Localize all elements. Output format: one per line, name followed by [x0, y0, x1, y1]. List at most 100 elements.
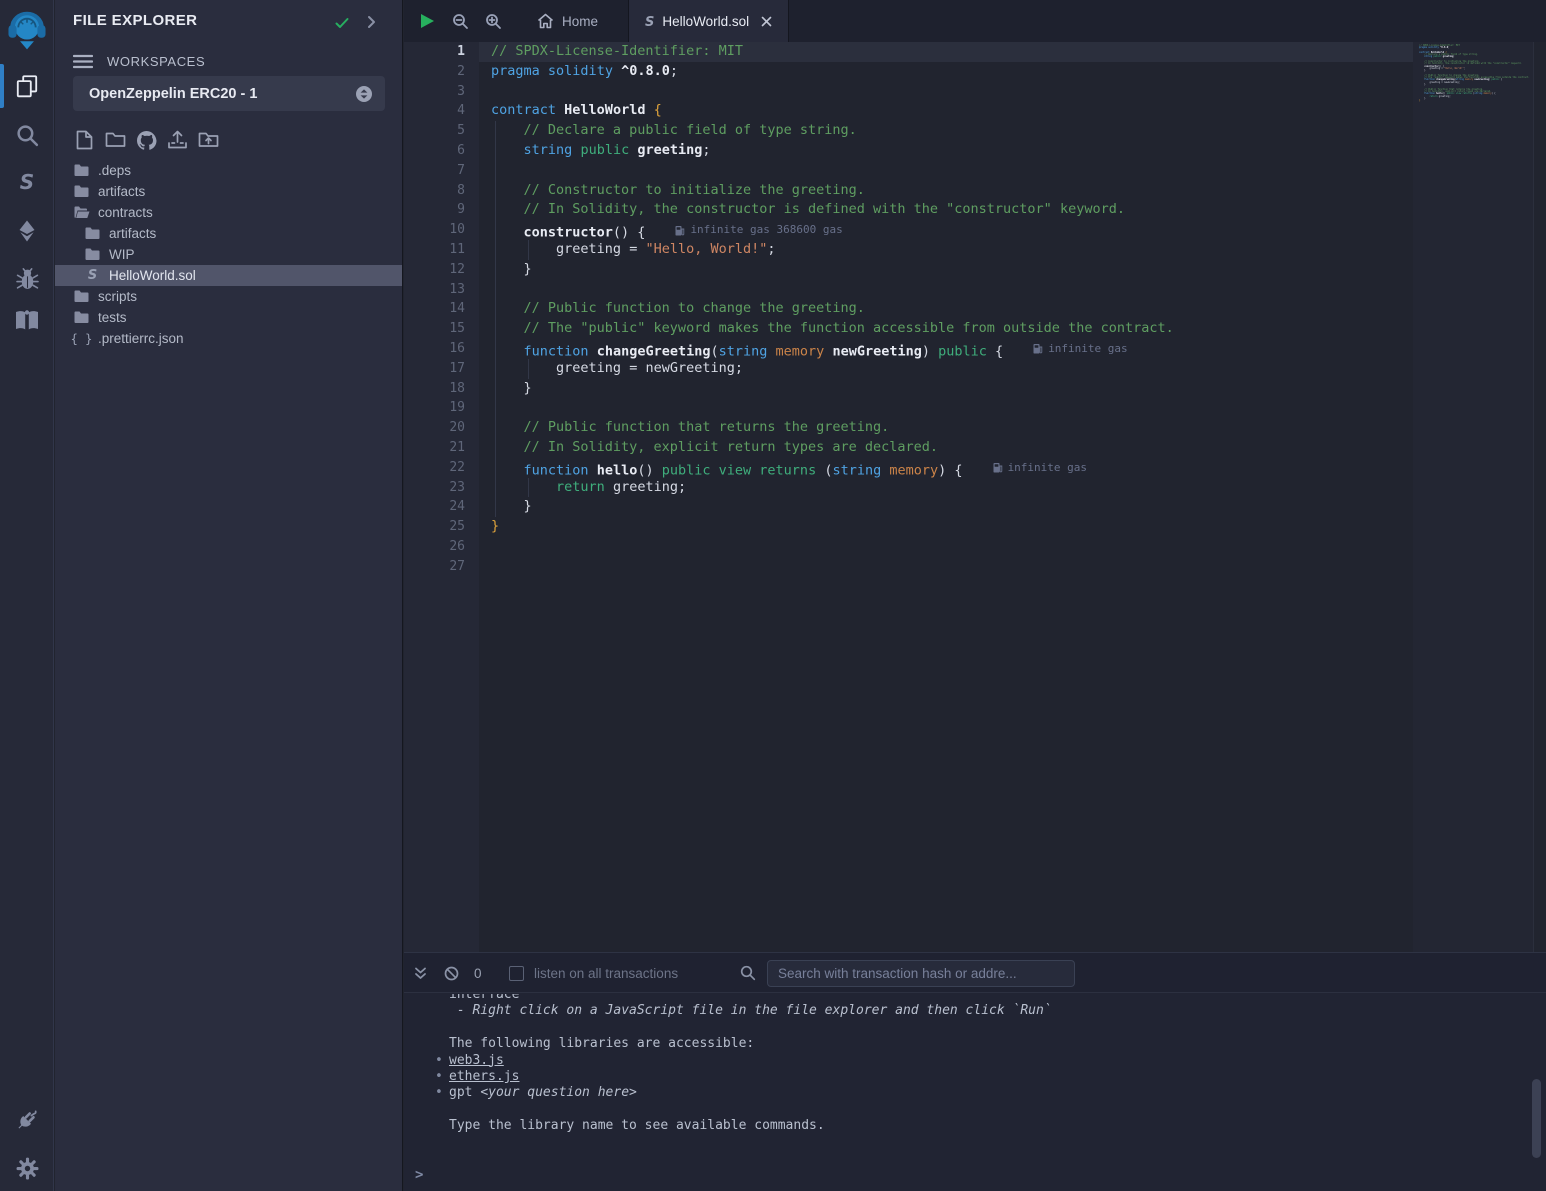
- code-line-15[interactable]: // The "public" keyword makes the functi…: [479, 319, 1413, 339]
- tree-item-label: HelloWorld.sol: [109, 268, 196, 283]
- settings-icon[interactable]: [0, 1148, 54, 1188]
- code-line-9[interactable]: // In Solidity, the constructor is defin…: [479, 200, 1413, 220]
- solidity-compiler-icon[interactable]: S: [0, 162, 54, 202]
- listen-transactions-checkbox[interactable]: [509, 966, 524, 981]
- tree-item-artifacts[interactable]: artifacts: [55, 223, 402, 244]
- upload-file-icon[interactable]: [166, 130, 188, 154]
- editor-scrollbar[interactable]: [1533, 42, 1546, 952]
- code-line-12[interactable]: }: [479, 260, 1413, 280]
- code-line-27[interactable]: [479, 557, 1413, 577]
- tree-item-helloworld-sol[interactable]: S HelloWorld.sol: [55, 265, 402, 286]
- terminal-line: •ethers.js: [449, 1069, 1532, 1085]
- learneth-icon[interactable]: [0, 301, 54, 341]
- code-line-26[interactable]: [479, 537, 1413, 557]
- tree-item-tests[interactable]: tests: [55, 307, 402, 328]
- code-line-4[interactable]: contract HelloWorld {: [479, 101, 1413, 121]
- zoom-out-icon[interactable]: [452, 13, 469, 30]
- tree-item-label: scripts: [98, 289, 137, 304]
- transaction-search-input[interactable]: [767, 960, 1075, 987]
- tree-item-label: tests: [98, 310, 127, 325]
- terminal-link-ethers-js[interactable]: ethers.js: [449, 1069, 519, 1084]
- code-line-6[interactable]: string public greeting;: [479, 141, 1413, 161]
- tree-item-wip[interactable]: WIP: [55, 244, 402, 265]
- close-tab-icon[interactable]: [761, 16, 772, 27]
- code-line-23[interactable]: return greeting;: [479, 478, 1413, 498]
- zoom-in-icon[interactable]: [485, 13, 502, 30]
- code-line-3[interactable]: [479, 82, 1413, 102]
- check-icon[interactable]: [334, 15, 350, 31]
- terminal-expand-icon[interactable]: [413, 953, 428, 993]
- braces-icon: { }: [73, 332, 90, 346]
- terminal-link-web3-js[interactable]: web3.js: [449, 1053, 504, 1068]
- tree-item-contracts[interactable]: contracts: [55, 202, 402, 223]
- code-line-14[interactable]: // Public function to change the greetin…: [479, 299, 1413, 319]
- terminal-prompt[interactable]: >: [415, 1167, 423, 1183]
- tree-item--prettierrc-json[interactable]: { } .prettierrc.json: [55, 328, 402, 349]
- plugin-manager-icon[interactable]: [0, 1100, 54, 1140]
- file-explorer-icon[interactable]: [0, 66, 54, 106]
- code-line-22[interactable]: function hello() public view returns (st…: [479, 458, 1413, 478]
- gas-estimate-badge: infinite gas 368600 gas: [675, 220, 842, 240]
- folder-icon: [73, 185, 90, 198]
- code-line-7[interactable]: [479, 161, 1413, 181]
- code-line-11[interactable]: greeting = "Hello, World!";: [479, 240, 1413, 260]
- tree-item-label: WIP: [109, 247, 135, 262]
- workspaces-menu-icon[interactable]: [73, 54, 93, 69]
- code-line-20[interactable]: // Public function that returns the gree…: [479, 418, 1413, 438]
- new-folder-icon[interactable]: [104, 130, 126, 154]
- code-editor[interactable]: 1234567891011121314151617181920212223242…: [404, 42, 1546, 952]
- tab-home[interactable]: Home: [521, 0, 614, 42]
- terminal-line: - Right click on a JavaScript file in th…: [449, 1003, 1532, 1019]
- github-import-icon[interactable]: [135, 130, 157, 154]
- clear-console-icon[interactable]: [444, 953, 459, 993]
- new-file-icon[interactable]: [73, 130, 95, 154]
- run-script-button[interactable]: [418, 12, 436, 30]
- tree-item-label: .prettierrc.json: [98, 331, 184, 346]
- terminal-line: •gpt <your question here>: [449, 1085, 1532, 1101]
- listen-transactions-label: listen on all transactions: [534, 966, 678, 981]
- terminal-panel: 0 listen on all transactions interface -…: [404, 952, 1546, 1191]
- debugger-icon[interactable]: [0, 259, 54, 299]
- code-line-10[interactable]: constructor() {infinite gas 368600 gas: [479, 220, 1413, 240]
- code-line-19[interactable]: [479, 398, 1413, 418]
- main-area: Home SHelloWorld.sol 12345678910111213141…: [404, 0, 1546, 1191]
- terminal-toolbar: 0 listen on all transactions: [404, 953, 1546, 993]
- code-line-8[interactable]: // Constructor to initialize the greetin…: [479, 181, 1413, 201]
- code-line-1[interactable]: // SPDX-License-Identifier: MIT: [479, 42, 1413, 62]
- code-line-2[interactable]: pragma solidity ^0.8.0;: [479, 62, 1413, 82]
- remix-logo-icon[interactable]: [0, 8, 54, 56]
- terminal-line: [449, 1102, 1532, 1118]
- code-line-13[interactable]: [479, 280, 1413, 300]
- code-line-16[interactable]: function changeGreeting(string memory ne…: [479, 339, 1413, 359]
- line-number-gutter: 1234567891011121314151617181920212223242…: [404, 42, 479, 952]
- folder-icon: [84, 248, 101, 261]
- minimap[interactable]: // SPDX-License-Identifier: MITpragma so…: [1413, 42, 1533, 952]
- solidity-file-icon: S: [84, 269, 101, 282]
- tree-item-label: contracts: [98, 205, 153, 220]
- tree-item-label: artifacts: [109, 226, 156, 241]
- code-area[interactable]: // SPDX-License-Identifier: MITpragma so…: [479, 42, 1413, 952]
- folder-icon: [73, 164, 90, 177]
- code-line-25[interactable]: }: [479, 517, 1413, 537]
- upload-folder-icon[interactable]: [197, 130, 219, 154]
- file-tree: .depsartifactscontractsartifactsWIPSHell…: [55, 160, 402, 349]
- deploy-run-icon[interactable]: [0, 211, 54, 251]
- tab-helloworld-sol[interactable]: SHelloWorld.sol: [628, 0, 789, 42]
- code-line-24[interactable]: }: [479, 497, 1413, 517]
- code-line-5[interactable]: // Declare a public field of type string…: [479, 121, 1413, 141]
- code-line-17[interactable]: greeting = newGreeting;: [479, 359, 1413, 379]
- tree-item--deps[interactable]: .deps: [55, 160, 402, 181]
- code-line-21[interactable]: // In Solidity, explicit return types ar…: [479, 438, 1413, 458]
- terminal-search-icon: [740, 953, 756, 993]
- workspace-updown-icon: [355, 85, 373, 103]
- search-icon[interactable]: [0, 115, 54, 155]
- terminal-scrollbar-thumb[interactable]: [1532, 1079, 1541, 1158]
- remix-ide-window: S FILE EXPLORER WORKSPACES OpenZeppelin …: [0, 0, 1546, 1191]
- collapse-panel-chevron-icon[interactable]: [364, 15, 378, 29]
- tree-item-artifacts[interactable]: artifacts: [55, 181, 402, 202]
- tab-label: Home: [562, 14, 598, 29]
- code-line-18[interactable]: }: [479, 379, 1413, 399]
- workspace-select[interactable]: OpenZeppelin ERC20 - 1: [73, 76, 385, 111]
- folder-open-icon: [73, 206, 90, 219]
- tree-item-scripts[interactable]: scripts: [55, 286, 402, 307]
